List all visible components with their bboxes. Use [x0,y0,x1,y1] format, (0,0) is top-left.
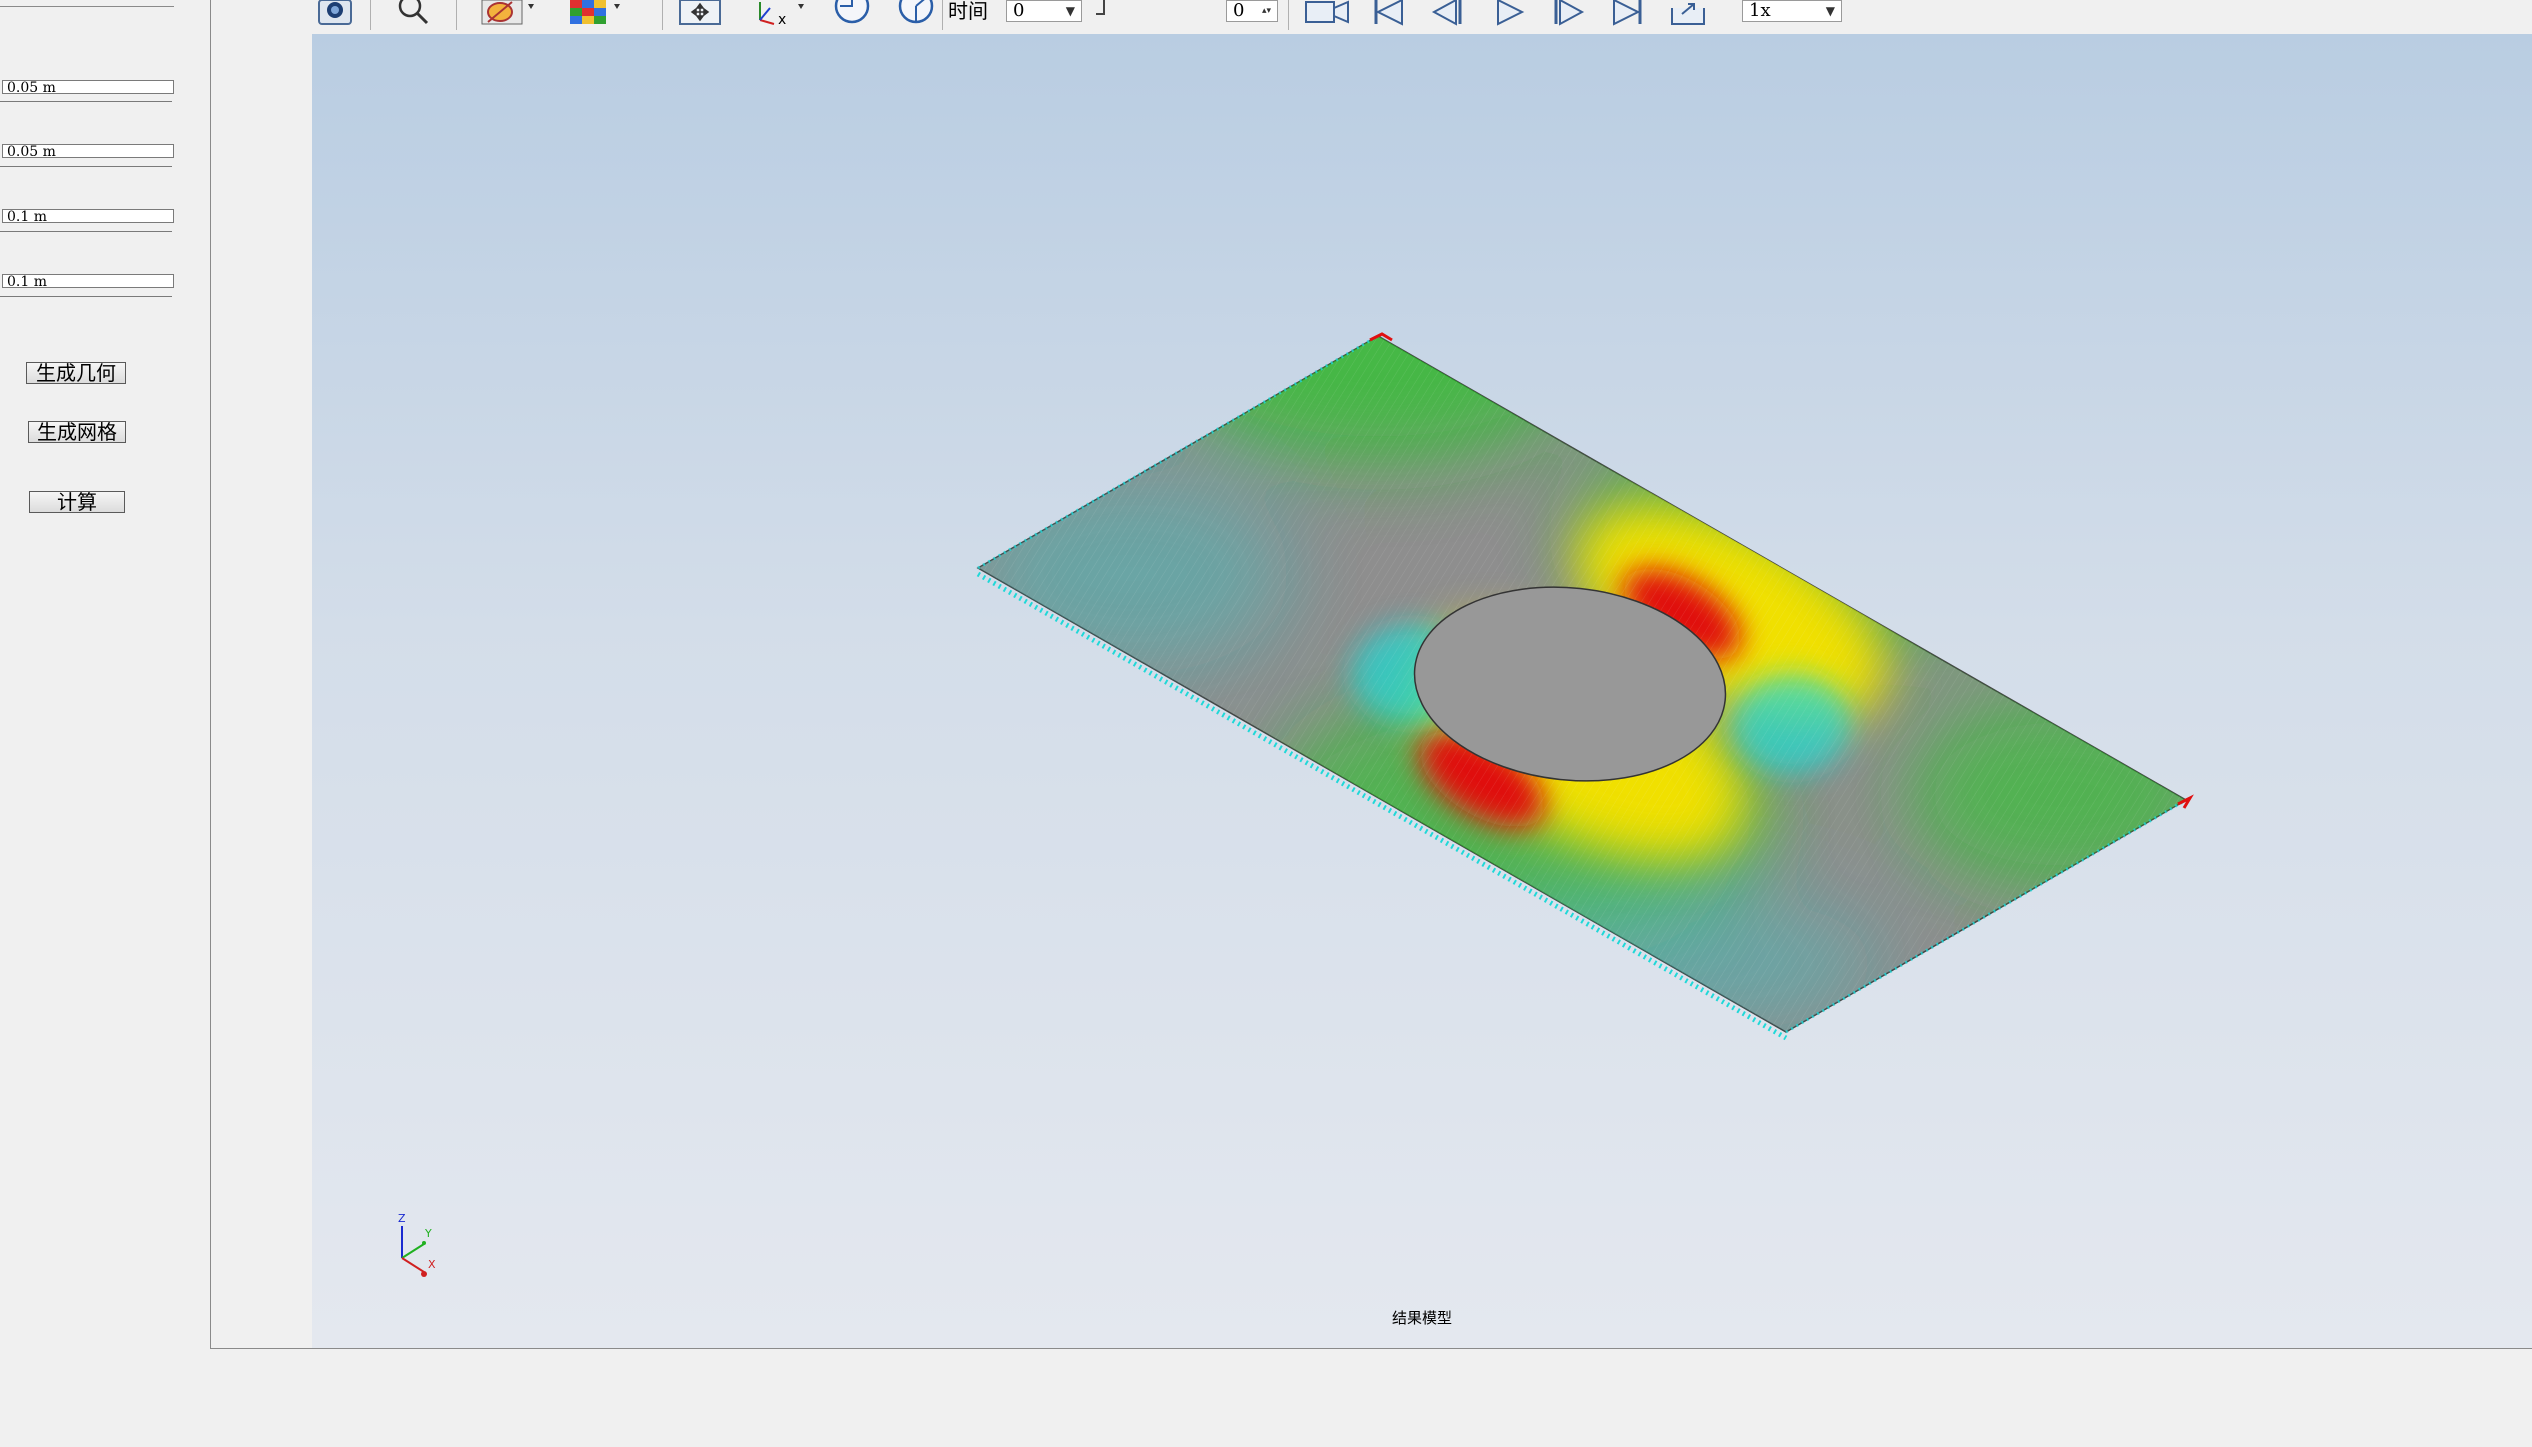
first-frame-icon[interactable] [1368,0,1408,26]
panel-splitter[interactable] [210,0,211,1349]
zoom-icon[interactable] [396,0,432,26]
toolbar-separator [1288,0,1289,30]
toolbar-separator [456,0,457,30]
display-style-icon[interactable] [480,0,540,26]
hole-radius-input[interactable]: 0.05 m [2,80,174,94]
z-axis-label: Z [398,1212,406,1225]
next-frame-icon[interactable] [1548,0,1588,26]
chevron-down-icon: ▼ [1065,4,1075,18]
camera-icon[interactable] [316,0,354,26]
y-axis-label: Y [424,1227,432,1240]
svg-text:x: x [778,12,786,26]
stress-field-render: Z Y X [398,332,2194,1277]
axes-orientation-icon[interactable]: x [748,0,814,26]
spin-arrows-icon: ▴▾ [1261,6,1271,16]
field-underline [0,101,172,102]
play-icon[interactable] [1488,0,1528,26]
toolbar-separator [942,0,943,30]
toolbar-separator [662,0,663,30]
playback-speed-value: 1x [1749,0,1771,21]
viewport-caption: 结果模型 [1391,1309,1452,1327]
field-underline [0,166,172,167]
axis-triad: Z Y X [398,1212,436,1277]
generate-geometry-button[interactable]: 生成几何 [26,362,126,384]
previous-frame-icon[interactable] [1428,0,1468,26]
generate-mesh-button[interactable]: 生成网格 [28,421,126,443]
toolbar-separator [370,0,371,30]
field-underline [0,231,172,232]
last-frame-icon[interactable] [1608,0,1648,26]
panel-divider [0,6,174,7]
hole-radius-y-input[interactable]: 0.05 m [2,144,174,158]
export-icon[interactable] [1668,0,1708,26]
plate-height-input[interactable]: 0.1 m [2,274,174,288]
time-select[interactable]: 0 ▼ [1006,0,1082,22]
frame-spinbox-value: 0 [1233,0,1245,21]
compute-button[interactable]: 计算 [29,491,125,513]
parameter-panel: 0.05 m 0.05 m 0.1 m 0.1 m 生成几何 生成网格 计算 [0,0,210,1447]
viewer-toolbar: x 时间 0 ▼ 0 ▴▾ 1x ▼ [312,0,2532,34]
section-view-icon[interactable] [894,0,938,26]
result-3d-viewport[interactable]: Z Y X 结果模型 [312,34,2532,1348]
x-axis-label: X [428,1258,436,1271]
rotate-view-icon[interactable] [830,0,874,26]
color-map-icon[interactable] [568,0,628,26]
time-select-value: 0 [1013,0,1025,21]
bottom-border [210,1348,2532,1349]
chevron-down-icon: ▼ [1825,4,1835,18]
time-label: 时间 [948,0,988,23]
field-underline [0,296,172,297]
plate-width-input[interactable]: 0.1 m [2,209,174,223]
record-icon[interactable] [1304,0,1352,26]
frame-spinbox[interactable]: 0 ▴▾ [1226,0,1278,22]
playback-speed-select[interactable]: 1x ▼ [1742,0,1842,22]
time-slider-handle[interactable] [1092,0,1116,26]
fit-view-icon[interactable] [678,0,722,26]
